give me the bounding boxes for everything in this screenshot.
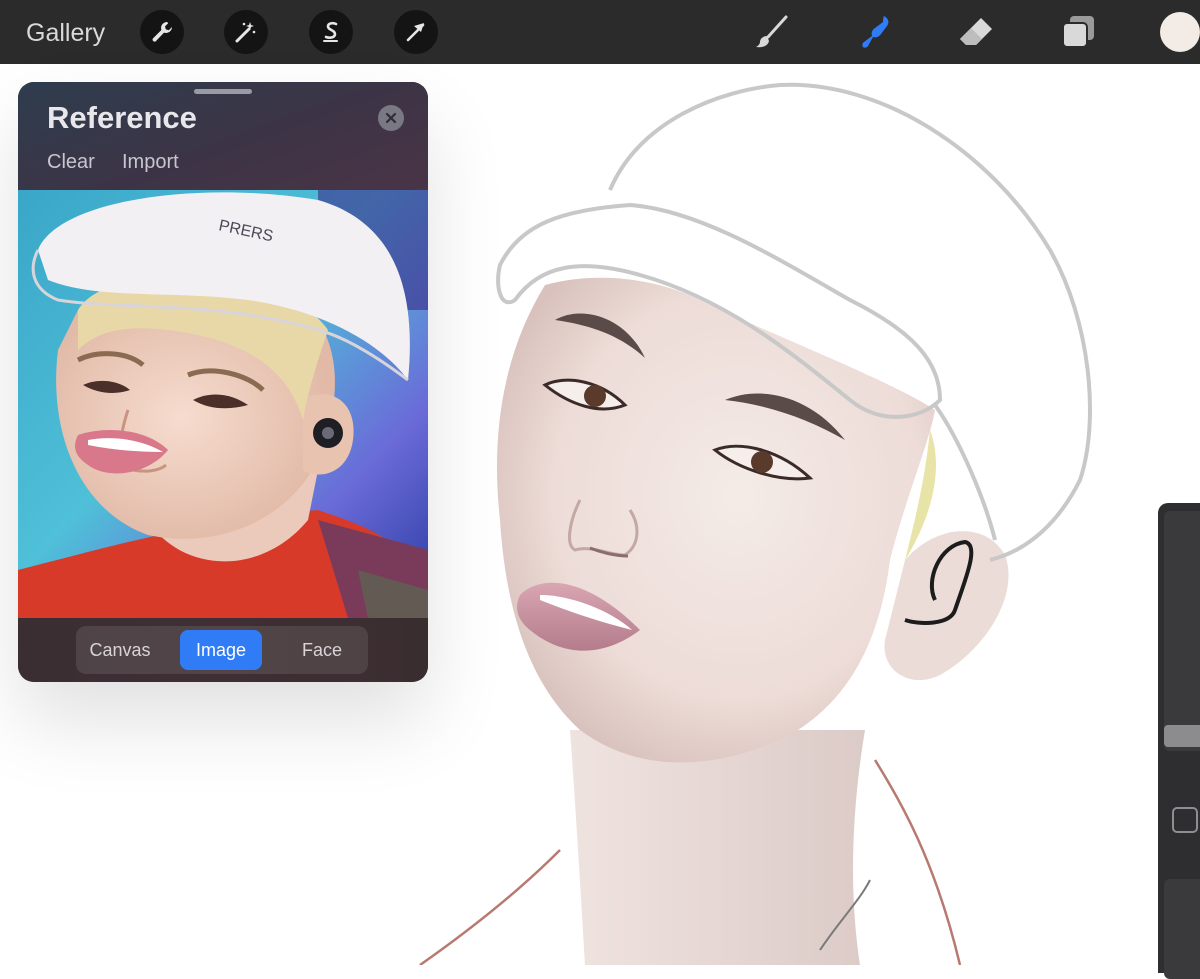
reference-mode-segmented-control: Canvas Image Face bbox=[76, 626, 368, 674]
reference-header: Reference Clear Import bbox=[18, 82, 428, 190]
transform-button[interactable] bbox=[394, 10, 438, 54]
opacity-slider[interactable] bbox=[1164, 879, 1200, 979]
reference-panel: Reference Clear Import PRERS Canvas Imag… bbox=[18, 82, 428, 682]
magic-wand-icon bbox=[235, 22, 256, 43]
eraser-icon bbox=[960, 18, 992, 45]
close-icon bbox=[385, 112, 397, 124]
close-button[interactable] bbox=[378, 105, 404, 131]
reference-title: Reference bbox=[47, 100, 197, 135]
clear-button[interactable]: Clear bbox=[47, 151, 95, 174]
smudge-icon bbox=[862, 16, 889, 48]
color-picker-button[interactable] bbox=[1160, 12, 1200, 52]
neck-shape bbox=[570, 730, 865, 965]
layers-icon bbox=[1062, 16, 1094, 48]
layers-tool-button[interactable] bbox=[1058, 12, 1098, 52]
reference-image: PRERS bbox=[18, 190, 428, 618]
reference-footer: Canvas Image Face bbox=[18, 618, 428, 682]
adjustments-button[interactable] bbox=[224, 10, 268, 54]
brush-size-slider[interactable] bbox=[1164, 511, 1200, 751]
import-button[interactable]: Import bbox=[122, 151, 179, 174]
brush-size-sidebar bbox=[1158, 503, 1200, 979]
eyedropper-button[interactable] bbox=[1172, 807, 1198, 833]
tab-face[interactable]: Face bbox=[282, 630, 362, 670]
selection-button[interactable] bbox=[309, 10, 353, 54]
selection-s-icon bbox=[323, 21, 338, 42]
wrench-icon bbox=[152, 22, 172, 42]
drag-handle[interactable] bbox=[194, 89, 252, 94]
brush-tool-button[interactable] bbox=[752, 12, 792, 52]
top-toolbar: Gallery bbox=[0, 0, 1200, 64]
actions-button[interactable] bbox=[140, 10, 184, 54]
tab-image[interactable]: Image bbox=[180, 630, 262, 670]
gallery-button[interactable]: Gallery bbox=[26, 18, 105, 48]
brush-icon bbox=[756, 15, 788, 48]
eraser-tool-button[interactable] bbox=[956, 12, 996, 52]
brush-size-slider-handle[interactable] bbox=[1164, 725, 1200, 747]
smudge-tool-button[interactable] bbox=[854, 12, 894, 52]
tab-canvas[interactable]: Canvas bbox=[80, 630, 160, 670]
arrow-cursor-icon bbox=[406, 23, 425, 42]
